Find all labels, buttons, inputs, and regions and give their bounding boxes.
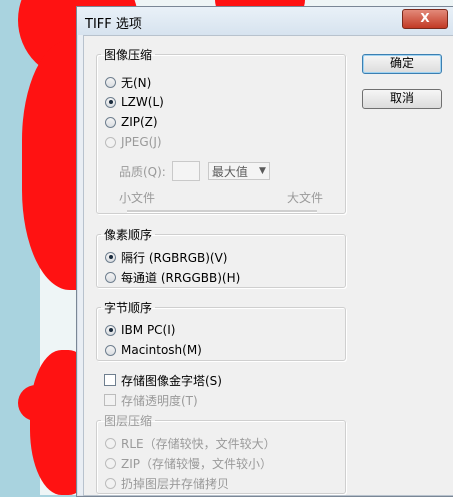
- layer-zip-option: ZIP（存储较慢，文件较小）: [105, 455, 272, 471]
- pixel-order-interleaved-label: 隔行 (RGBRGB)(V): [121, 250, 228, 265]
- image-compression-legend: 图像压缩: [104, 48, 153, 62]
- byte-order-group: 字节顺序 IBM PC(I) Macintosh(M): [96, 299, 346, 361]
- byte-order-legend: 字节顺序: [104, 301, 153, 315]
- radio-icon[interactable]: [105, 344, 116, 356]
- layer-compression-group: 图层压缩 RLE（存储较快，文件较大） ZIP（存储较慢，文件较小） 扔掉图层并…: [96, 412, 346, 494]
- pixel-order-per-channel-label: 每通道 (RRGGBB)(H): [121, 270, 241, 285]
- large-file-label: 大文件: [286, 191, 323, 205]
- byte-order-ibm-label: IBM PC(I): [121, 323, 176, 337]
- layer-rle-label: RLE（存储较快，文件较大）: [121, 436, 276, 451]
- compression-none-label: 无(N): [121, 75, 152, 90]
- tiff-options-dialog: TIFF 选项 X 图像压缩 无(N) LZW(L) ZIP(Z) JPEG(J…: [76, 6, 453, 497]
- compression-lzw-label: LZW(L): [121, 95, 164, 109]
- compression-jpeg-option: JPEG(J): [105, 134, 162, 150]
- radio-icon[interactable]: [105, 271, 116, 283]
- quality-slider-labels: 小文件 大文件: [119, 189, 323, 206]
- pixel-order-interleaved-option[interactable]: 隔行 (RGBRGB)(V): [105, 249, 228, 265]
- layer-discard-label: 扔掉图层并存储拷贝: [121, 476, 230, 491]
- radio-checked-icon[interactable]: [105, 96, 116, 108]
- compression-none-option[interactable]: 无(N): [105, 74, 151, 90]
- quality-label: 品质(Q):: [119, 164, 166, 179]
- layer-zip-label: ZIP（存储较慢，文件较小）: [121, 456, 272, 471]
- save-transparency-label: 存储透明度(T): [121, 393, 198, 408]
- small-file-label: 小文件: [119, 191, 156, 205]
- dialog-body: 图像压缩 无(N) LZW(L) ZIP(Z) JPEG(J) 品质(Q): 最…: [83, 35, 453, 496]
- radio-disabled-icon: [105, 437, 116, 449]
- checkbox-icon[interactable]: [104, 374, 116, 386]
- byte-order-mac-label: Macintosh(M): [121, 343, 202, 357]
- close-button[interactable]: X: [402, 9, 448, 29]
- save-transparency-checkbox: 存储透明度(T): [104, 392, 198, 408]
- title-bar: TIFF 选项 X: [77, 7, 453, 35]
- compression-jpeg-label: JPEG(J): [121, 135, 162, 149]
- save-pyramid-checkbox[interactable]: 存储图像金字塔(S): [104, 372, 222, 388]
- cancel-button-label: 取消: [389, 91, 414, 105]
- image-compression-group: 图像压缩 无(N) LZW(L) ZIP(Z) JPEG(J) 品质(Q): 最…: [96, 46, 346, 214]
- radio-checked-icon[interactable]: [105, 324, 116, 336]
- quality-input: [171, 161, 200, 181]
- compression-lzw-option[interactable]: LZW(L): [105, 94, 164, 110]
- dialog-title: TIFF 选项: [85, 17, 142, 32]
- compression-zip-option[interactable]: ZIP(Z): [105, 114, 158, 130]
- radio-icon[interactable]: [105, 76, 116, 88]
- chevron-down-icon: ▼: [258, 166, 266, 176]
- radio-icon[interactable]: [105, 116, 116, 128]
- layer-compression-legend: 图层压缩: [104, 414, 153, 428]
- byte-order-mac-option[interactable]: Macintosh(M): [105, 342, 202, 358]
- byte-order-ibm-option[interactable]: IBM PC(I): [105, 322, 175, 338]
- layer-discard-option: 扔掉图层并存储拷贝: [105, 475, 229, 491]
- quality-select: 最大值 ▼: [207, 162, 270, 180]
- checkbox-disabled-icon: [104, 394, 116, 406]
- quality-row: 品质(Q): 最大值 ▼: [119, 161, 270, 181]
- pixel-order-per-channel-option[interactable]: 每通道 (RRGGBB)(H): [105, 269, 240, 285]
- cancel-button[interactable]: 取消: [362, 89, 442, 109]
- layer-rle-option: RLE（存储较快，文件较大）: [105, 435, 276, 451]
- quality-slider: [127, 210, 317, 213]
- pixel-order-legend: 像素顺序: [104, 228, 153, 242]
- quality-select-value: 最大值: [211, 164, 248, 179]
- radio-disabled-icon: [105, 477, 116, 489]
- radio-disabled-icon: [105, 136, 116, 148]
- pixel-order-group: 像素顺序 隔行 (RGBRGB)(V) 每通道 (RRGGBB)(H): [96, 226, 346, 288]
- radio-checked-icon[interactable]: [105, 251, 116, 263]
- save-pyramid-label: 存储图像金字塔(S): [121, 373, 222, 388]
- radio-disabled-icon: [105, 457, 116, 469]
- ok-button[interactable]: 确定: [362, 54, 442, 74]
- ok-button-label: 确定: [389, 56, 414, 70]
- compression-zip-label: ZIP(Z): [121, 115, 158, 129]
- close-icon: X: [420, 11, 430, 25]
